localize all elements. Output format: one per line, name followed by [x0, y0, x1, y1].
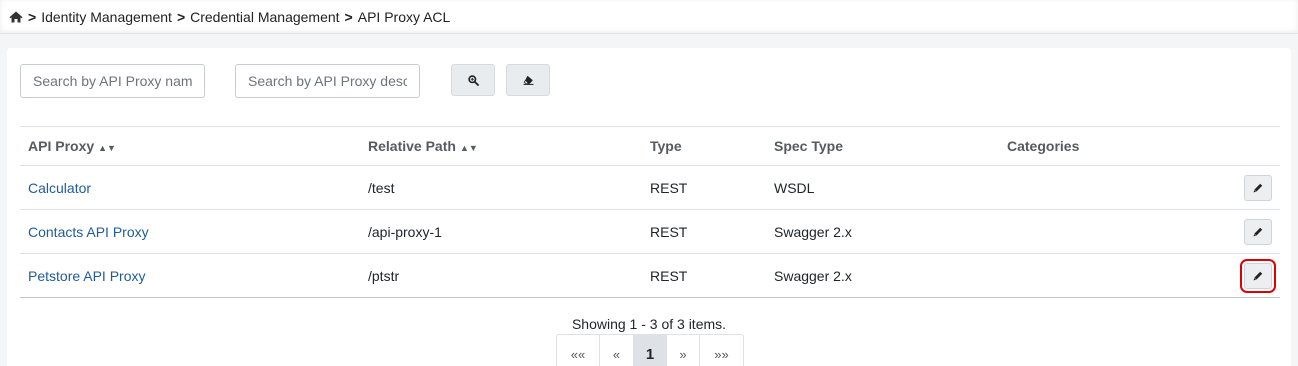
- home-icon[interactable]: [9, 11, 23, 23]
- breadcrumb: > Identity Management > Credential Manag…: [0, 0, 1298, 34]
- table-row: Contacts API Proxy /api-proxy-1 REST Swa…: [20, 209, 1280, 254]
- relative-path-cell: /ptstr: [360, 253, 642, 298]
- table-row: Calculator /test REST WSDL: [20, 165, 1280, 210]
- breadcrumb-credential-management[interactable]: Credential Management: [190, 9, 339, 25]
- type-cell: REST: [642, 165, 766, 210]
- pencil-icon: [1253, 227, 1263, 236]
- pencil-icon: [1253, 183, 1263, 192]
- breadcrumb-separator: >: [344, 8, 353, 25]
- column-header-spec-type: Spec Type: [766, 126, 999, 166]
- relative-path-cell: /test: [360, 165, 642, 210]
- search-name-input[interactable]: [20, 64, 205, 98]
- search-icon: [467, 74, 479, 86]
- pagination-page-current[interactable]: 1: [634, 335, 667, 366]
- column-header-actions: [1179, 126, 1280, 166]
- breadcrumb-separator: >: [176, 8, 186, 25]
- categories-cell: [999, 253, 1179, 298]
- search-description-input[interactable]: [235, 64, 420, 98]
- relative-path-cell: /api-proxy-1: [360, 209, 642, 254]
- search-button[interactable]: [451, 64, 495, 96]
- clear-filter-button[interactable]: [506, 64, 550, 96]
- column-header-label: Relative Path: [368, 138, 456, 154]
- categories-cell: [999, 209, 1179, 254]
- pagination-prev[interactable]: «: [600, 335, 634, 366]
- breadcrumb-identity-management[interactable]: Identity Management: [41, 9, 172, 25]
- column-header-label: API Proxy: [28, 138, 95, 154]
- type-cell: REST: [642, 253, 766, 298]
- api-proxy-table: API Proxy ▲▼ Relative Path ▲▼ Type Spec Ty…: [20, 126, 1280, 298]
- eraser-icon: [523, 75, 533, 85]
- spec-type-cell: WSDL: [766, 165, 999, 210]
- api-proxy-link[interactable]: Calculator: [28, 180, 91, 196]
- pagination-first[interactable]: ««: [557, 335, 600, 366]
- edit-button[interactable]: [1244, 174, 1272, 201]
- table-row: Petstore API Proxy /ptstr REST Swagger 2…: [20, 253, 1280, 298]
- pagination-next[interactable]: »: [667, 335, 700, 366]
- sort-icon[interactable]: ▲▼: [460, 143, 478, 153]
- api-proxy-link[interactable]: Contacts API Proxy: [28, 224, 149, 240]
- breadcrumb-api-proxy-acl: API Proxy ACL: [357, 8, 451, 25]
- spec-type-cell: Swagger 2.x: [766, 253, 999, 298]
- edit-button-highlighted[interactable]: [1240, 258, 1276, 293]
- api-proxy-link[interactable]: Petstore API Proxy: [28, 268, 146, 284]
- categories-cell: [999, 165, 1179, 210]
- pencil-icon: [1253, 271, 1263, 280]
- sort-icon[interactable]: ▲▼: [98, 143, 116, 153]
- pagination-summary: Showing 1 - 3 of 3 items.: [571, 316, 727, 332]
- table-header-row: API Proxy ▲▼ Relative Path ▲▼ Type Spec Ty…: [20, 126, 1280, 166]
- breadcrumb-separator: >: [28, 8, 37, 25]
- edit-button[interactable]: [1244, 218, 1272, 245]
- spec-type-cell: Swagger 2.x: [766, 209, 999, 254]
- pagination: «« « 1 » »»: [556, 334, 744, 366]
- column-header-api-proxy[interactable]: API Proxy ▲▼: [20, 126, 360, 166]
- column-header-relative-path[interactable]: Relative Path ▲▼: [360, 126, 642, 166]
- pagination-last[interactable]: »»: [700, 335, 743, 366]
- column-header-categories: Categories: [999, 126, 1179, 166]
- column-header-type: Type: [642, 126, 766, 166]
- type-cell: REST: [642, 209, 766, 254]
